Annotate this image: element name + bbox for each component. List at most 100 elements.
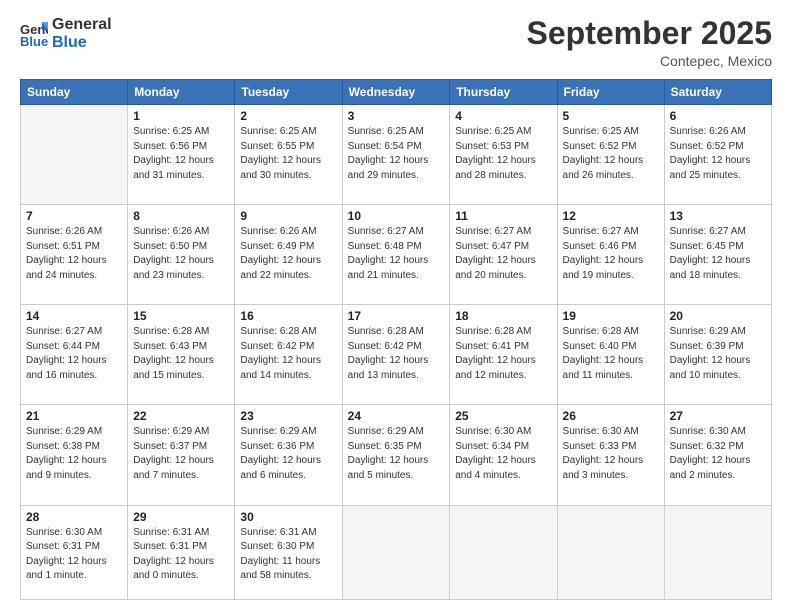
weekday-header-tuesday: Tuesday — [235, 80, 342, 105]
week-row-1: 1Sunrise: 6:25 AM Sunset: 6:56 PM Daylig… — [21, 105, 772, 205]
day-info: Sunrise: 6:26 AM Sunset: 6:49 PM Dayligh… — [240, 225, 336, 283]
calendar-cell: 9 Sunrise: 6:26 AM Sunset: 6:49 PM Daylig… — [235, 205, 342, 305]
day-info: Sunrise: 6:28 AM Sunset: 6:42 PM Dayligh… — [348, 325, 445, 383]
calendar-cell: 10 Sunrise: 6:27 AM Sunset: 6:48 PM Dayli… — [342, 205, 450, 305]
day-number: 22 — [133, 409, 229, 423]
day-number: 25 — [455, 409, 551, 423]
svg-text:Blue: Blue — [20, 34, 48, 48]
day-info: Sunrise: 6:27 AM Sunset: 6:47 PM Dayligh… — [455, 225, 551, 283]
week-row-4: 21Sunrise: 6:29 AM Sunset: 6:38 PM Dayli… — [21, 405, 772, 505]
day-info: Sunrise: 6:30 AM Sunset: 6:31 PM Dayligh… — [26, 526, 122, 584]
calendar-cell: 18 Sunrise: 6:28 AM Sunset: 6:41 PM Dayli… — [450, 305, 557, 405]
day-info: Sunrise: 6:28 AM Sunset: 6:40 PM Dayligh… — [563, 325, 659, 383]
day-number: 17 — [348, 309, 445, 323]
day-info: Sunrise: 6:26 AM Sunset: 6:52 PM Dayligh… — [670, 125, 766, 183]
calendar-cell: 12 Sunrise: 6:27 AM Sunset: 6:46 PM Dayli… — [557, 205, 664, 305]
day-number: 13 — [670, 209, 766, 223]
weekday-header-thursday: Thursday — [450, 80, 557, 105]
logo-blue-text: Blue — [52, 34, 112, 52]
calendar-cell: 5 Sunrise: 6:25 AM Sunset: 6:52 PM Daylig… — [557, 105, 664, 205]
month-title: September 2025 — [527, 16, 772, 51]
day-info: Sunrise: 6:27 AM Sunset: 6:46 PM Dayligh… — [563, 225, 659, 283]
calendar-cell: 19 Sunrise: 6:28 AM Sunset: 6:40 PM Dayli… — [557, 305, 664, 405]
day-info: Sunrise: 6:30 AM Sunset: 6:32 PM Dayligh… — [670, 425, 766, 483]
calendar-cell: 17 Sunrise: 6:28 AM Sunset: 6:42 PM Dayli… — [342, 305, 450, 405]
day-number: 3 — [348, 109, 445, 123]
day-info: Sunrise: 6:31 AM Sunset: 6:31 PM Dayligh… — [133, 526, 229, 584]
day-number: 29 — [133, 510, 229, 524]
day-number: 27 — [670, 409, 766, 423]
day-info: Sunrise: 6:28 AM Sunset: 6:42 PM Dayligh… — [240, 325, 336, 383]
calendar-cell: 8 Sunrise: 6:26 AM Sunset: 6:50 PM Daylig… — [128, 205, 235, 305]
calendar-cell: 25 Sunrise: 6:30 AM Sunset: 6:34 PM Dayli… — [450, 405, 557, 505]
calendar-cell: 24 Sunrise: 6:29 AM Sunset: 6:35 PM Dayli… — [342, 405, 450, 505]
day-info: Sunrise: 6:25 AM Sunset: 6:52 PM Dayligh… — [563, 125, 659, 183]
day-info: Sunrise: 6:28 AM Sunset: 6:43 PM Dayligh… — [133, 325, 229, 383]
day-number: 4 — [455, 109, 551, 123]
day-number: 6 — [670, 109, 766, 123]
day-info: Sunrise: 6:26 AM Sunset: 6:50 PM Dayligh… — [133, 225, 229, 283]
logo-icon: General Blue — [20, 20, 48, 48]
logo-general-text: General — [52, 16, 112, 34]
week-row-5: 28Sunrise: 6:30 AM Sunset: 6:31 PM Dayli… — [21, 505, 772, 599]
day-info: Sunrise: 6:27 AM Sunset: 6:48 PM Dayligh… — [348, 225, 445, 283]
calendar-cell: 4 Sunrise: 6:25 AM Sunset: 6:53 PM Daylig… — [450, 105, 557, 205]
calendar-cell: 21Sunrise: 6:29 AM Sunset: 6:38 PM Dayli… — [21, 405, 128, 505]
day-info: Sunrise: 6:28 AM Sunset: 6:41 PM Dayligh… — [455, 325, 551, 383]
day-number: 19 — [563, 309, 659, 323]
day-info: Sunrise: 6:30 AM Sunset: 6:33 PM Dayligh… — [563, 425, 659, 483]
day-info: Sunrise: 6:27 AM Sunset: 6:45 PM Dayligh… — [670, 225, 766, 283]
weekday-header-saturday: Saturday — [664, 80, 771, 105]
day-number: 24 — [348, 409, 445, 423]
day-number: 18 — [455, 309, 551, 323]
day-number: 11 — [455, 209, 551, 223]
day-number: 20 — [670, 309, 766, 323]
calendar-cell: 20Sunrise: 6:29 AM Sunset: 6:39 PM Dayli… — [664, 305, 771, 405]
day-info: Sunrise: 6:29 AM Sunset: 6:35 PM Dayligh… — [348, 425, 445, 483]
logo: General Blue General Blue — [20, 16, 112, 51]
day-number: 12 — [563, 209, 659, 223]
day-number: 30 — [240, 510, 336, 524]
calendar-cell: 15 Sunrise: 6:28 AM Sunset: 6:43 PM Dayli… — [128, 305, 235, 405]
day-info: Sunrise: 6:25 AM Sunset: 6:53 PM Dayligh… — [455, 125, 551, 183]
calendar-cell: 30Sunrise: 6:31 AM Sunset: 6:30 PM Dayli… — [235, 505, 342, 599]
day-info: Sunrise: 6:26 AM Sunset: 6:51 PM Dayligh… — [26, 225, 122, 283]
day-number: 2 — [240, 109, 336, 123]
day-number: 5 — [563, 109, 659, 123]
calendar-cell — [21, 105, 128, 205]
calendar-cell: 28Sunrise: 6:30 AM Sunset: 6:31 PM Dayli… — [21, 505, 128, 599]
title-block: September 2025 Contepec, Mexico — [527, 16, 772, 69]
day-number: 23 — [240, 409, 336, 423]
day-number: 9 — [240, 209, 336, 223]
calendar-cell: 1Sunrise: 6:25 AM Sunset: 6:56 PM Daylig… — [128, 105, 235, 205]
calendar-cell: 29 Sunrise: 6:31 AM Sunset: 6:31 PM Dayli… — [128, 505, 235, 599]
calendar-cell: 23 Sunrise: 6:29 AM Sunset: 6:36 PM Dayli… — [235, 405, 342, 505]
day-info: Sunrise: 6:29 AM Sunset: 6:38 PM Dayligh… — [26, 425, 122, 483]
day-number: 10 — [348, 209, 445, 223]
calendar-cell: 2 Sunrise: 6:25 AM Sunset: 6:55 PM Daylig… — [235, 105, 342, 205]
day-info: Sunrise: 6:25 AM Sunset: 6:54 PM Dayligh… — [348, 125, 445, 183]
day-number: 8 — [133, 209, 229, 223]
calendar-cell: 13 Sunrise: 6:27 AM Sunset: 6:45 PM Dayli… — [664, 205, 771, 305]
weekday-header-wednesday: Wednesday — [342, 80, 450, 105]
calendar-cell: 6 Sunrise: 6:26 AM Sunset: 6:52 PM Daylig… — [664, 105, 771, 205]
calendar-cell — [342, 505, 450, 599]
day-info: Sunrise: 6:27 AM Sunset: 6:44 PM Dayligh… — [26, 325, 122, 383]
page: General Blue General Blue September 2025… — [0, 0, 792, 612]
day-number: 14 — [26, 309, 122, 323]
calendar-cell — [664, 505, 771, 599]
day-info: Sunrise: 6:29 AM Sunset: 6:36 PM Dayligh… — [240, 425, 336, 483]
weekday-header-row: SundayMondayTuesdayWednesdayThursdayFrid… — [21, 80, 772, 105]
day-info: Sunrise: 6:30 AM Sunset: 6:34 PM Dayligh… — [455, 425, 551, 483]
weekday-header-monday: Monday — [128, 80, 235, 105]
day-info: Sunrise: 6:25 AM Sunset: 6:55 PM Dayligh… — [240, 125, 336, 183]
calendar-cell: 27 Sunrise: 6:30 AM Sunset: 6:32 PM Dayli… — [664, 405, 771, 505]
day-info: Sunrise: 6:25 AM Sunset: 6:56 PM Dayligh… — [133, 125, 229, 183]
day-number: 15 — [133, 309, 229, 323]
day-number: 7 — [26, 209, 122, 223]
calendar-cell: 26 Sunrise: 6:30 AM Sunset: 6:33 PM Dayli… — [557, 405, 664, 505]
weekday-header-sunday: Sunday — [21, 80, 128, 105]
day-number: 26 — [563, 409, 659, 423]
calendar-cell: 7 Sunrise: 6:26 AM Sunset: 6:51 PM Daylig… — [21, 205, 128, 305]
calendar-cell — [450, 505, 557, 599]
